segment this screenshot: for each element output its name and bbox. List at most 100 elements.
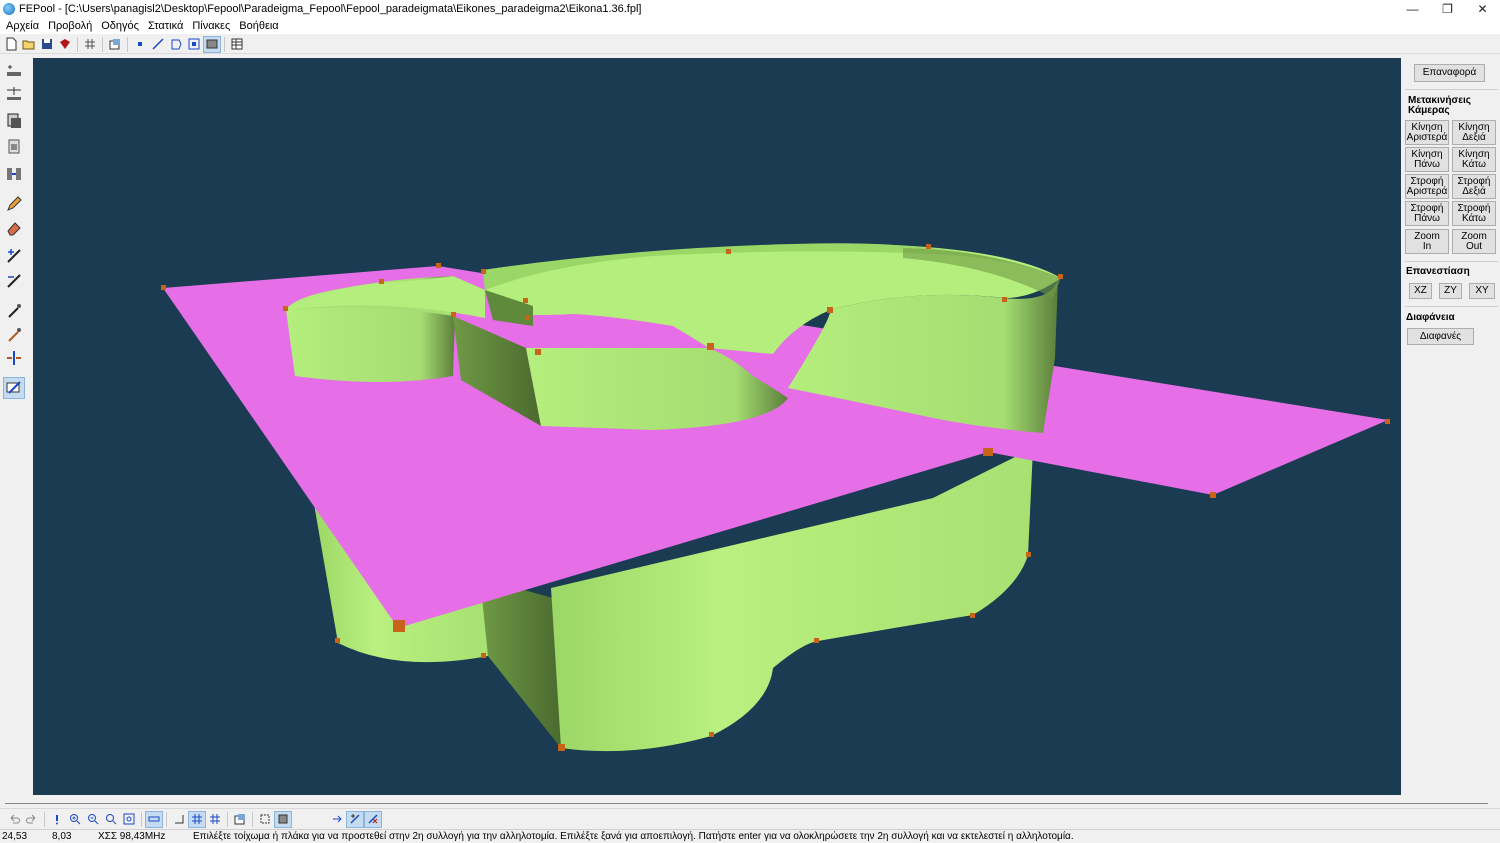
window-controls: — ❐ ✕	[1395, 0, 1500, 18]
intersect-mode-icon[interactable]	[346, 810, 364, 828]
camera-move-up-button[interactable]: Κίνηση Πάνω	[1405, 147, 1449, 172]
button-line1: Στροφή	[1457, 202, 1491, 214]
draw-pencil-icon[interactable]	[3, 193, 25, 215]
polyline-icon[interactable]	[167, 36, 185, 53]
button-line1: Zoom	[1414, 230, 1440, 242]
camera-rotate-down-button[interactable]: Στροφή Κάτω	[1452, 201, 1496, 226]
zoom-in-button[interactable]: Zoom In	[1405, 229, 1449, 254]
intersect-mode-remove-icon[interactable]	[364, 810, 382, 828]
add-level-icon[interactable]	[3, 61, 25, 83]
copy-level-icon[interactable]	[3, 110, 25, 132]
snap-object-icon[interactable]	[274, 810, 292, 828]
properties-icon[interactable]	[106, 36, 124, 53]
zoom-extents-icon[interactable]	[120, 811, 138, 828]
button-line1: Στροφή	[1410, 175, 1444, 187]
split-level-icon[interactable]	[3, 83, 25, 105]
intersect-add-icon[interactable]	[3, 245, 25, 267]
line-icon[interactable]	[149, 36, 167, 53]
transparent-button[interactable]: Διαφανές	[1407, 328, 1474, 345]
ruler-icon[interactable]	[145, 810, 163, 828]
app-icon	[3, 3, 15, 15]
info-icon[interactable]	[48, 811, 66, 828]
button-line2: Δεξιά	[1462, 131, 1486, 143]
button-line2: Κάτω	[1462, 158, 1486, 170]
view-xy-button[interactable]: XY	[1469, 283, 1495, 299]
button-line1: Στροφή	[1410, 202, 1444, 214]
close-button[interactable]: ✕	[1465, 0, 1500, 18]
reset-view-label: Επαναφορά	[1422, 67, 1477, 78]
camera-rotate-right-button[interactable]: Στροφή Δεξιά	[1452, 174, 1496, 199]
region-icon[interactable]	[185, 36, 203, 53]
button-line2: Κάτω	[1462, 212, 1486, 224]
button-line2: In	[1422, 240, 1432, 252]
toolbar-separator	[224, 36, 225, 52]
mirror-icon[interactable]	[3, 163, 25, 185]
panel-divider	[1405, 89, 1498, 90]
minimize-button[interactable]: —	[1395, 0, 1430, 18]
layer-properties-icon[interactable]	[231, 811, 249, 828]
toolbar-separator	[141, 811, 142, 827]
toolbar-separator	[127, 36, 128, 52]
toolbar-separator	[102, 36, 103, 52]
button-line2: Αριστερά	[1406, 131, 1448, 143]
pipette-icon[interactable]	[3, 300, 25, 322]
left-toolbar	[0, 57, 30, 802]
pool-3d-model[interactable]	[33, 58, 1401, 795]
horizontal-scrollbar[interactable]	[0, 799, 1500, 808]
status-message: Επιλέξτε τοίχωμα ή πλάκα για να προστεθε…	[193, 831, 1074, 842]
split-wall-icon[interactable]	[3, 347, 25, 369]
camera-rotate-left-button[interactable]: Στροφή Αριστερά	[1405, 174, 1449, 199]
menu-files[interactable]: Αρχεία	[3, 20, 45, 32]
scrollbar-track[interactable]	[5, 803, 1488, 804]
zoom-out-icon[interactable]	[84, 811, 102, 828]
view-xz-button[interactable]: XZ	[1409, 283, 1432, 299]
camera-move-right-button[interactable]: Κίνηση Δεξιά	[1452, 120, 1496, 145]
button-line1: Zoom	[1461, 230, 1487, 242]
save-icon[interactable]	[38, 36, 56, 53]
camera-move-left-button[interactable]: Κίνηση Αριστερά	[1405, 120, 1449, 145]
point-icon[interactable]	[131, 36, 149, 53]
redo-icon[interactable]	[23, 811, 41, 828]
menu-help[interactable]: Βοήθεια	[236, 20, 284, 32]
button-label: XY	[1475, 285, 1489, 296]
paste-level-icon[interactable]	[3, 135, 25, 157]
snap-node-icon[interactable]	[256, 811, 274, 828]
camera-rotate-up-button[interactable]: Στροφή Πάνω	[1405, 201, 1449, 226]
eraser-icon[interactable]	[3, 217, 25, 239]
zoom-in-icon[interactable]	[66, 811, 84, 828]
pipette-alt-icon[interactable]	[3, 324, 25, 346]
button-line1: Στροφή	[1457, 175, 1491, 187]
surface-icon[interactable]	[203, 35, 221, 53]
button-line1: Κίνηση	[1458, 148, 1490, 160]
reset-view-button[interactable]: Επαναφορά	[1414, 64, 1485, 82]
button-line2: Out	[1465, 240, 1483, 252]
window-title: FEPool - [C:\Users\panagisl2\Desktop\Fep…	[19, 3, 642, 15]
table-icon[interactable]	[228, 36, 246, 53]
menu-view[interactable]: Προβολή	[45, 20, 98, 32]
reorient-heading: Επανεστίαση	[1406, 266, 1470, 277]
select-arrow-icon[interactable]	[328, 811, 346, 828]
button-line1: Κίνηση	[1411, 121, 1443, 133]
zoom-out-button[interactable]: Zoom Out	[1452, 229, 1496, 254]
grid-snap-icon[interactable]	[188, 810, 206, 828]
grid-icon[interactable]	[81, 36, 99, 53]
grid-display-icon[interactable]	[206, 811, 224, 828]
button-line1: Κίνηση	[1411, 148, 1443, 160]
ortho-icon[interactable]	[170, 811, 188, 828]
3d-viewport[interactable]	[33, 58, 1401, 795]
zoom-window-icon[interactable]	[102, 811, 120, 828]
menu-wizard[interactable]: Οδηγός	[98, 20, 145, 32]
export-icon[interactable]	[56, 36, 74, 53]
undo-icon[interactable]	[5, 811, 23, 828]
menu-statics[interactable]: Στατικά	[145, 20, 189, 32]
open-folder-icon[interactable]	[20, 36, 38, 53]
intersect-remove-icon[interactable]	[3, 270, 25, 292]
restore-button[interactable]: ❐	[1430, 0, 1465, 18]
view-zy-button[interactable]: ZY	[1439, 283, 1462, 299]
camera-move-down-button[interactable]: Κίνηση Κάτω	[1452, 147, 1496, 172]
button-line2: Αριστερά	[1406, 185, 1448, 197]
new-file-icon[interactable]	[2, 36, 20, 53]
menu-tables[interactable]: Πίνακες	[189, 20, 236, 32]
intersection-tool-icon[interactable]	[3, 377, 25, 399]
lower-wall-dark	[480, 578, 561, 748]
